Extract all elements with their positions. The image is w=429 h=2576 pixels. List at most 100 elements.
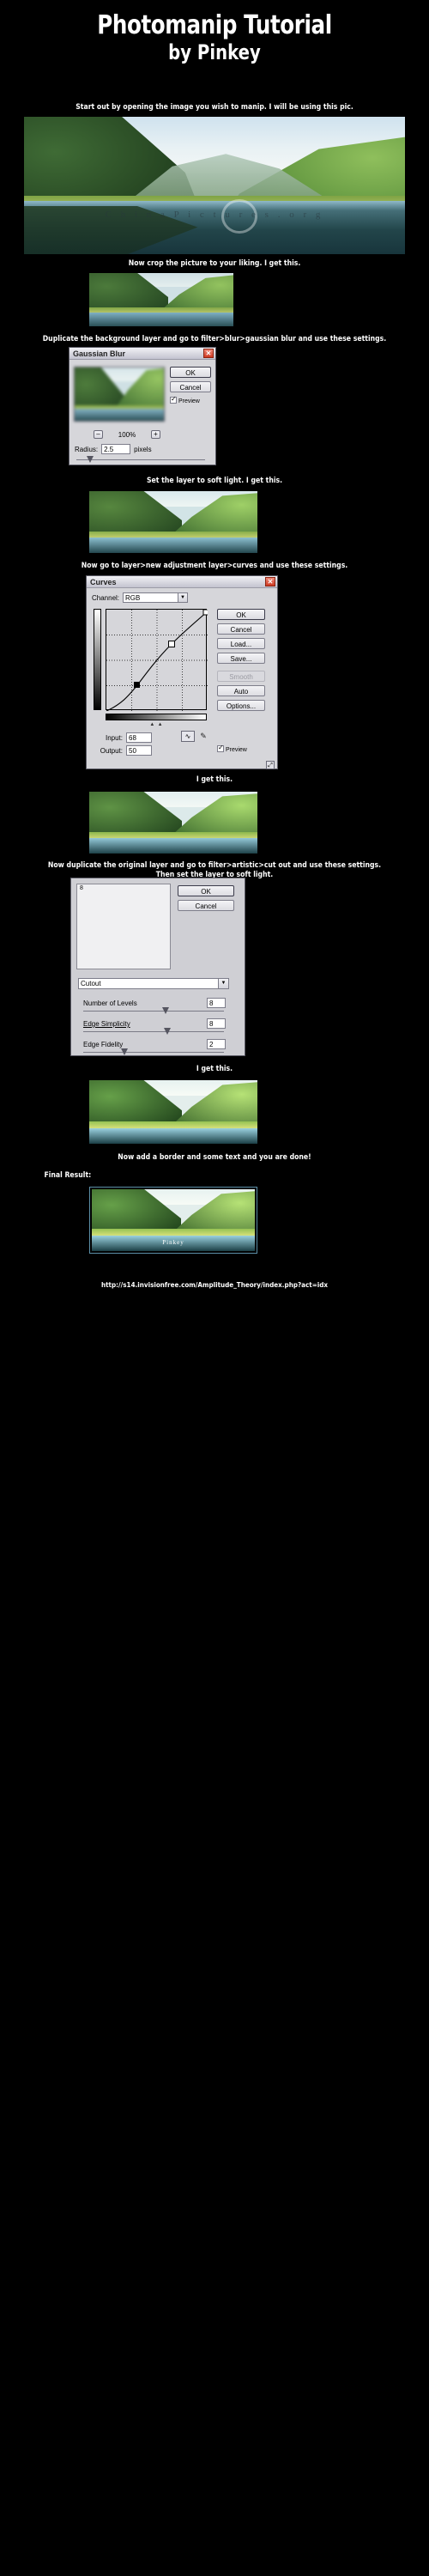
radius-slider[interactable]	[76, 456, 205, 463]
photo-cropped	[89, 273, 233, 326]
cutout-param-2: Edge Simplicity 8	[83, 1018, 231, 1035]
cutout-param-1-knob[interactable]	[162, 1007, 169, 1014]
input-value-field[interactable]: 68	[126, 732, 152, 743]
step-text-9: Now add a border and some text and you a…	[118, 1153, 311, 1162]
curve-svg	[106, 610, 208, 711]
cutout-param-3-slider[interactable]	[83, 1048, 224, 1055]
curves-body: Channel: RGB ▼ ▲ ▲ OK Cancel Load... Sav…	[87, 588, 277, 769]
cutout-cancel-button[interactable]: Cancel	[178, 900, 234, 911]
cutout-param-3-knob[interactable]	[121, 1048, 128, 1055]
cutout-dialog[interactable]: 8 OK Cancel Cutout ▼ Number of Levels 8 …	[70, 878, 245, 1056]
gradient-arrows: ▲ ▲	[149, 722, 163, 727]
chevron-down-icon[interactable]: ▼	[178, 593, 188, 602]
output-gradient-bar	[94, 609, 101, 710]
step-text-4: Set the layer to soft light. I get this.	[146, 477, 283, 485]
cutout-param-2-knob[interactable]	[164, 1028, 171, 1035]
curves-preview-row[interactable]: Preview	[217, 744, 247, 753]
cutout-param-2-label: Edge Simplicity	[83, 1020, 130, 1028]
curves-save-button[interactable]: Save...	[217, 653, 265, 664]
radius-unit-label: pixels	[134, 445, 152, 453]
resize-grip-icon[interactable]: ⤢	[266, 761, 275, 769]
footer-url[interactable]: http://s14.invisionfree.com/Amplitude_Th…	[21, 1281, 408, 1289]
gaussian-blur-preview-checkbox-row[interactable]: Preview	[170, 395, 214, 404]
watermark-text: C h i n a P i c t u r e s . o r g	[105, 210, 324, 220]
step-text-5: Now go to layer>new adjustment layer>cur…	[81, 562, 348, 570]
cutout-filter-name: Cutout	[81, 980, 101, 987]
preview-checkbox[interactable]	[217, 744, 224, 752]
input-label: Input:	[105, 733, 123, 742]
curves-title: Curves	[90, 577, 117, 586]
channel-value: RGB	[125, 594, 141, 602]
curves-ok-button[interactable]: OK	[217, 609, 265, 620]
cutout-ok-button[interactable]: OK	[178, 885, 234, 896]
photo-final-framed: Pinkey	[89, 1187, 257, 1254]
output-row: Output: 50	[99, 745, 152, 756]
input-gradient-bar	[106, 714, 207, 720]
cutout-param-2-value[interactable]: 8	[207, 1018, 226, 1029]
preview-checkbox[interactable]	[170, 395, 177, 404]
radius-row: Radius: 2.5 pixels	[75, 444, 210, 454]
gaussian-blur-body: OK Cancel Preview – 100% + Radius: 2.5 p…	[69, 360, 215, 465]
gaussian-blur-dialog[interactable]: Gaussian Blur ✕ OK Cancel Preview –	[69, 347, 216, 465]
step-text-2: Now crop the picture to your liking. I g…	[128, 259, 301, 268]
cropped-water	[89, 313, 233, 326]
cutout-param-1-label: Number of Levels	[83, 999, 137, 1007]
photo-softlight	[89, 491, 257, 553]
cutout-zoom-level: 8	[80, 885, 83, 891]
final-signature: Pinkey	[162, 1239, 184, 1246]
cutout-param-2-slider[interactable]	[83, 1028, 224, 1035]
tutorial-page: Photomanip Tutorial by Pinkey Start out …	[0, 0, 429, 2576]
pencil-tool-icon[interactable]: ✎	[198, 731, 208, 742]
curves-auto-button[interactable]: Auto	[217, 685, 265, 696]
cutout-param-1-slider[interactable]	[83, 1007, 224, 1014]
channel-select[interactable]: RGB ▼	[123, 592, 189, 603]
softlight-water	[89, 538, 257, 553]
chevron-down-icon[interactable]: ▼	[218, 979, 228, 988]
preview-label: Preview	[178, 398, 200, 404]
zoom-level-label: 100%	[118, 430, 136, 439]
close-icon[interactable]: ✕	[203, 349, 214, 358]
curves-dialog[interactable]: Curves ✕ Channel: RGB ▼ ▲ ▲ OK Cancel Lo…	[86, 575, 278, 769]
gaussian-blur-preview-thumb[interactable]	[74, 367, 165, 422]
step-text-1: Start out by opening the image you wish …	[76, 103, 353, 112]
curves-cancel-button[interactable]: Cancel	[217, 623, 265, 635]
step-text-10: Final Result:	[44, 1171, 92, 1180]
gaussian-blur-titlebar[interactable]: Gaussian Blur ✕	[69, 348, 215, 360]
preview-label: Preview	[225, 747, 247, 753]
step-text-6: I get this.	[196, 775, 233, 784]
cutout-param-3-value[interactable]: 2	[207, 1039, 226, 1049]
curves-titlebar[interactable]: Curves ✕	[87, 576, 277, 588]
cutout-param-3-label: Edge Fidelity	[83, 1041, 124, 1048]
gaussian-blur-cancel-button[interactable]: Cancel	[170, 381, 211, 392]
page-subtitle: by Pinkey	[168, 39, 261, 64]
radius-slider-knob[interactable]	[87, 456, 94, 463]
input-row: Input: 68	[99, 732, 152, 743]
photo-cutout-result	[89, 1080, 257, 1144]
zoom-out-icon[interactable]: –	[94, 430, 103, 439]
radius-label: Radius:	[75, 445, 99, 453]
step-text-8: I get this.	[196, 1065, 233, 1073]
cutout-param-1: Number of Levels 8	[83, 998, 231, 1014]
curves-result-water	[89, 838, 257, 854]
cutout-filter-select[interactable]: Cutout ▼	[78, 978, 229, 989]
curves-graph[interactable]	[106, 609, 208, 711]
output-label: Output:	[100, 746, 123, 755]
step-text-3: Duplicate the background layer and go to…	[42, 335, 387, 343]
cutout-preview[interactable]	[76, 884, 171, 969]
channel-label: Channel:	[92, 593, 120, 602]
channel-row: Channel: RGB ▼	[92, 592, 189, 603]
photo-original: C h i n a P i c t u r e s . o r g	[24, 117, 405, 254]
curves-smooth-button: Smooth	[217, 671, 265, 682]
output-value-field[interactable]: 50	[126, 745, 152, 756]
close-icon[interactable]: ✕	[265, 577, 275, 586]
radius-input[interactable]: 2.5	[101, 444, 131, 454]
gaussian-blur-zoom-row: – 100% +	[94, 430, 160, 439]
curves-load-button[interactable]: Load...	[217, 638, 265, 649]
photo-curves-result	[89, 792, 257, 854]
photo-final: Pinkey	[92, 1189, 255, 1251]
curves-options-button[interactable]: Options...	[217, 700, 265, 711]
cutout-param-1-value[interactable]: 8	[207, 998, 226, 1008]
gaussian-blur-ok-button[interactable]: OK	[170, 367, 211, 378]
curve-tool-button[interactable]: ∿	[181, 731, 195, 742]
zoom-in-icon[interactable]: +	[151, 430, 160, 439]
